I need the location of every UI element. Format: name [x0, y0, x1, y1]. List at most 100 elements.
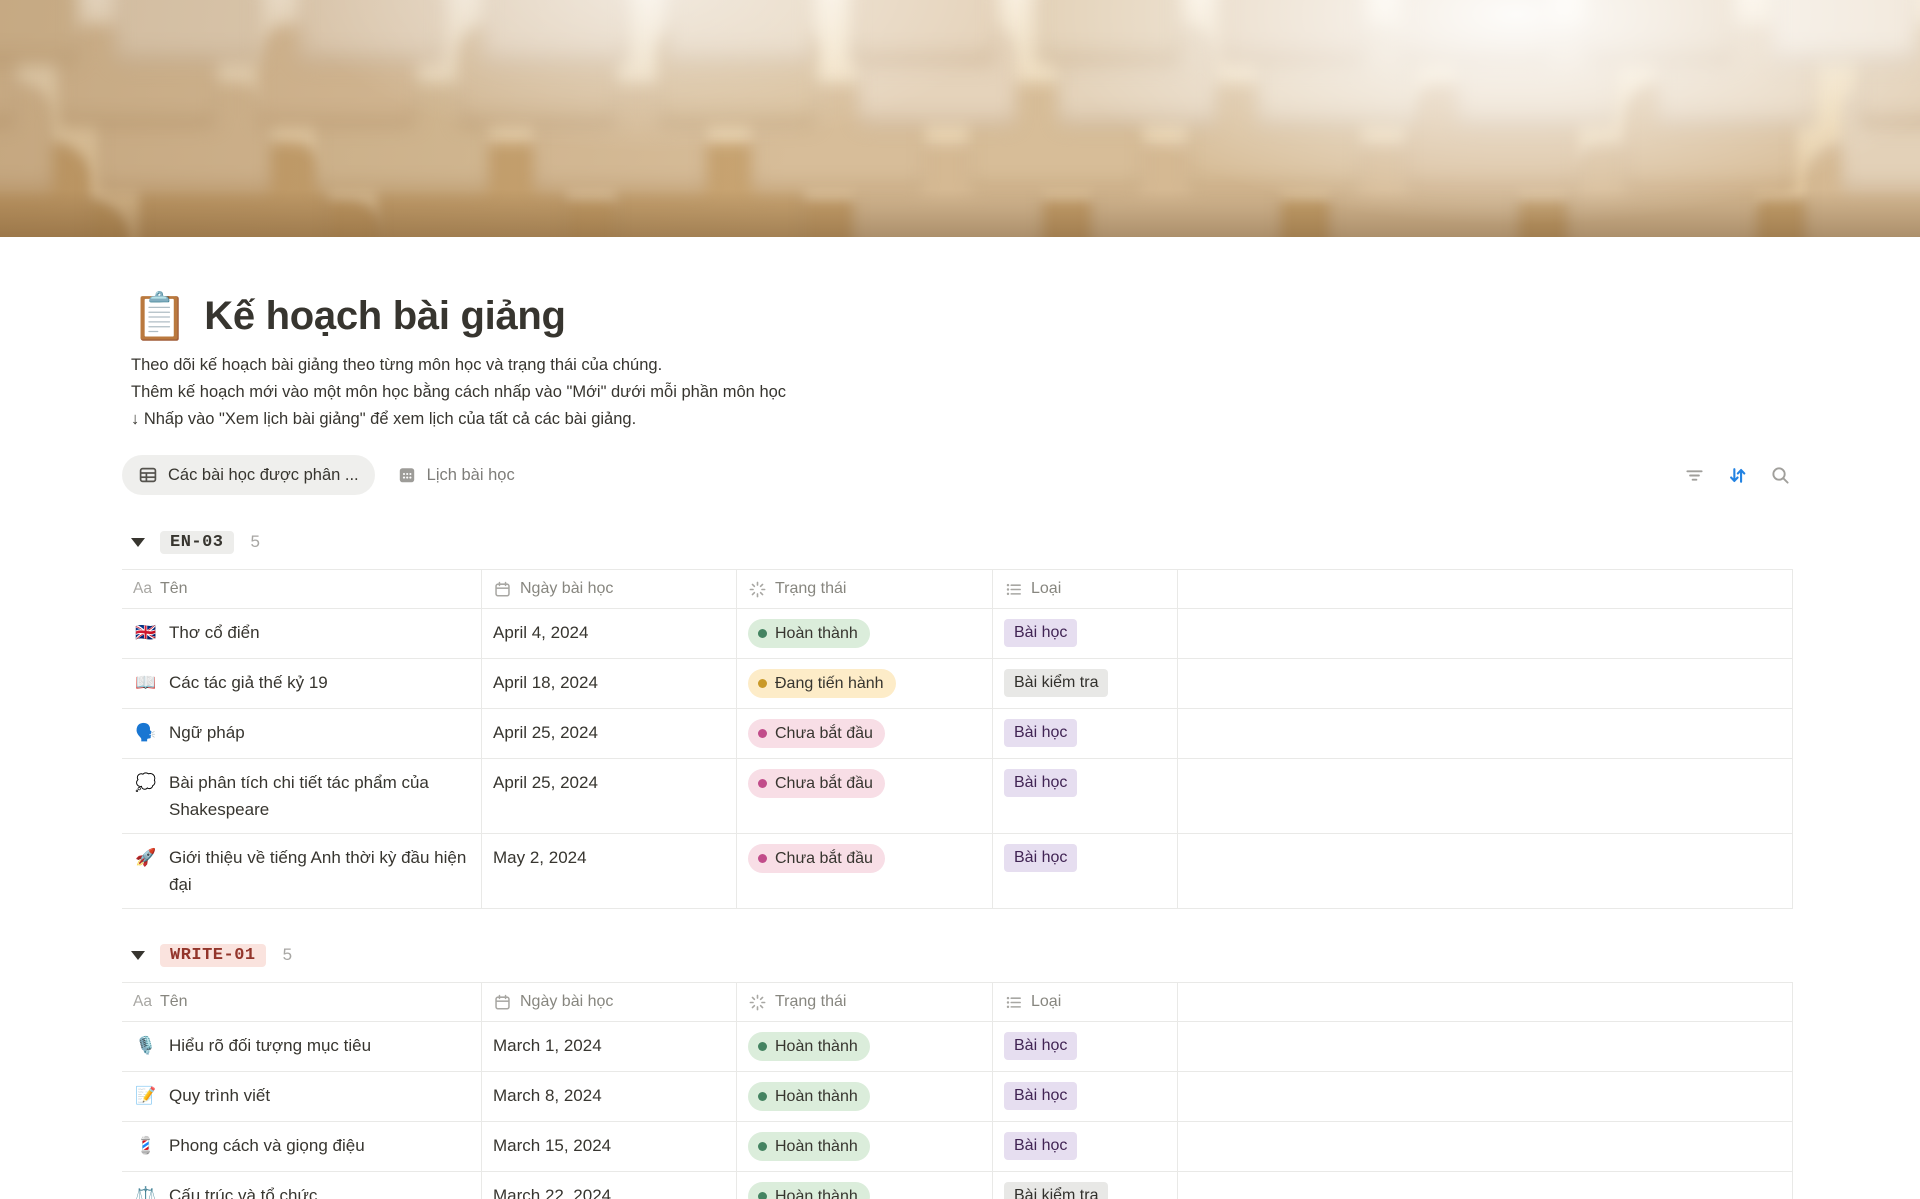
name-cell[interactable]: 💭 Bài phân tích chi tiết tác phẩm của Sh…: [122, 759, 482, 833]
table-row[interactable]: 🇬🇧 Thơ cổ điển April 4, 2024 Hoàn thành …: [122, 609, 1793, 659]
status-cell[interactable]: Hoàn thành: [737, 1172, 993, 1199]
row-title: Thơ cổ điển: [169, 619, 470, 646]
status-pill: Hoàn thành: [748, 1082, 870, 1111]
name-cell[interactable]: 🇬🇧 Thơ cổ điển: [122, 609, 482, 658]
column-header-name[interactable]: Aa Tên: [122, 570, 482, 608]
status-cell[interactable]: Chưa bắt đầu: [737, 834, 993, 908]
filter-icon[interactable]: [1684, 465, 1705, 486]
type-cell[interactable]: Bài kiểm tra: [993, 1172, 1178, 1199]
type-cell[interactable]: Bài học: [993, 609, 1178, 658]
date-cell[interactable]: April 18, 2024: [482, 659, 737, 708]
collapse-triangle-icon[interactable]: [131, 538, 145, 547]
collapse-triangle-icon[interactable]: [131, 951, 145, 960]
column-header-empty[interactable]: [1178, 570, 1793, 608]
status-label: Hoàn thành: [775, 1138, 858, 1156]
date-cell[interactable]: March 8, 2024: [482, 1072, 737, 1121]
status-dot-icon: [758, 1042, 767, 1051]
view-tab-lesson-calendar[interactable]: Lịch bài học: [381, 455, 531, 495]
table-row[interactable]: 🎙️ Hiểu rõ đối tượng mục tiêu March 1, 2…: [122, 1022, 1793, 1072]
calendar-icon: [493, 580, 512, 599]
name-cell[interactable]: 🎙️ Hiểu rõ đối tượng mục tiêu: [122, 1022, 482, 1071]
column-header-status[interactable]: Trạng thái: [737, 983, 993, 1021]
status-cell[interactable]: Hoàn thành: [737, 1122, 993, 1171]
empty-cell[interactable]: [1178, 834, 1793, 908]
column-header-name[interactable]: Aa Tên: [122, 983, 482, 1021]
table-row[interactable]: 🗣️ Ngữ pháp April 25, 2024 Chưa bắt đầu …: [122, 709, 1793, 759]
empty-cell[interactable]: [1178, 1172, 1793, 1199]
type-cell[interactable]: Bài học: [993, 1122, 1178, 1171]
table-row[interactable]: 💈 Phong cách và giọng điệu March 15, 202…: [122, 1122, 1793, 1172]
status-cell[interactable]: Hoàn thành: [737, 1022, 993, 1071]
empty-cell[interactable]: [1178, 1072, 1793, 1121]
name-cell[interactable]: 📝 Quy trình viết: [122, 1072, 482, 1121]
date-value: April 25, 2024: [493, 719, 598, 746]
name-cell[interactable]: 💈 Phong cách và giọng điệu: [122, 1122, 482, 1171]
group-name-badge: WRITE-01: [160, 944, 266, 967]
sort-arrows-icon[interactable]: [1727, 465, 1748, 486]
type-cell[interactable]: Bài học: [993, 759, 1178, 833]
date-cell[interactable]: April 25, 2024: [482, 709, 737, 758]
row-title: Các tác giả thế kỷ 19: [169, 669, 470, 696]
date-cell[interactable]: March 22, 2024: [482, 1172, 737, 1199]
view-tab-assigned-lessons[interactable]: Các bài học được phân ...: [122, 455, 375, 495]
status-cell[interactable]: Chưa bắt đầu: [737, 709, 993, 758]
status-cell[interactable]: Hoàn thành: [737, 609, 993, 658]
table-row[interactable]: 📖 Các tác giả thế kỷ 19 April 18, 2024 Đ…: [122, 659, 1793, 709]
status-label: Hoàn thành: [775, 1038, 858, 1056]
table-row[interactable]: ⚖️ Cấu trúc và tổ chức March 22, 2024 Ho…: [122, 1172, 1793, 1199]
type-cell[interactable]: Bài học: [993, 834, 1178, 908]
status-cell[interactable]: Chưa bắt đầu: [737, 759, 993, 833]
empty-cell[interactable]: [1178, 709, 1793, 758]
page-icon[interactable]: 📋: [131, 293, 188, 339]
date-cell[interactable]: May 2, 2024: [482, 834, 737, 908]
empty-cell[interactable]: [1178, 759, 1793, 833]
status-cell[interactable]: Đang tiến hành: [737, 659, 993, 708]
type-cell[interactable]: Bài học: [993, 1022, 1178, 1071]
name-cell[interactable]: 📖 Các tác giả thế kỷ 19: [122, 659, 482, 708]
date-cell[interactable]: March 1, 2024: [482, 1022, 737, 1071]
date-value: April 18, 2024: [493, 669, 598, 696]
type-cell[interactable]: Bài học: [993, 709, 1178, 758]
column-header-status[interactable]: Trạng thái: [737, 570, 993, 608]
date-cell[interactable]: April 4, 2024: [482, 609, 737, 658]
type-cell[interactable]: Bài kiểm tra: [993, 659, 1178, 708]
status-pill: Hoàn thành: [748, 1032, 870, 1061]
status-dot-icon: [758, 779, 767, 788]
empty-cell[interactable]: [1178, 1122, 1793, 1171]
column-header-type[interactable]: Loại: [993, 570, 1178, 608]
empty-cell[interactable]: [1178, 609, 1793, 658]
empty-cell[interactable]: [1178, 1022, 1793, 1071]
status-label: Hoàn thành: [775, 625, 858, 643]
description-line: ↓ Nhấp vào "Xem lịch bài giảng" để xem l…: [131, 406, 1793, 433]
status-cell[interactable]: Hoàn thành: [737, 1072, 993, 1121]
row-title: Giới thiệu về tiếng Anh thời kỳ đầu hiện…: [169, 844, 470, 898]
group-header[interactable]: WRITE-01 5: [122, 938, 1793, 972]
row-emoji-icon: 🎙️: [135, 1032, 160, 1059]
title-row: 📋 Kế hoạch bài giảng: [122, 293, 1793, 339]
name-cell[interactable]: 🗣️ Ngữ pháp: [122, 709, 482, 758]
cover-chair: [1586, 0, 1734, 65]
column-header-type[interactable]: Loại: [993, 983, 1178, 1021]
date-cell[interactable]: March 15, 2024: [482, 1122, 737, 1171]
date-cell[interactable]: April 25, 2024: [482, 759, 737, 833]
group-header[interactable]: EN-03 5: [122, 525, 1793, 559]
date-value: March 8, 2024: [493, 1082, 602, 1109]
column-label: Tên: [160, 580, 188, 598]
table-row[interactable]: 💭 Bài phân tích chi tiết tác phẩm của Sh…: [122, 759, 1793, 834]
type-tag: Bài kiểm tra: [1004, 1182, 1108, 1199]
table-view-icon: [138, 465, 158, 485]
name-cell[interactable]: 🚀 Giới thiệu về tiếng Anh thời kỳ đầu hi…: [122, 834, 482, 908]
cover-image: [0, 0, 1920, 237]
table-row[interactable]: 📝 Quy trình viết March 8, 2024 Hoàn thàn…: [122, 1072, 1793, 1122]
type-tag: Bài kiểm tra: [1004, 669, 1108, 697]
type-cell[interactable]: Bài học: [993, 1072, 1178, 1121]
name-cell[interactable]: ⚖️ Cấu trúc và tổ chức: [122, 1172, 482, 1199]
cover-chair: [298, 0, 446, 65]
column-header-empty[interactable]: [1178, 983, 1793, 1021]
search-icon[interactable]: [1770, 465, 1791, 486]
column-header-date[interactable]: Ngày bài học: [482, 570, 737, 608]
empty-cell[interactable]: [1178, 659, 1793, 708]
column-header-date[interactable]: Ngày bài học: [482, 983, 737, 1021]
calendar-view-icon: [397, 465, 417, 485]
table-row[interactable]: 🚀 Giới thiệu về tiếng Anh thời kỳ đầu hi…: [122, 834, 1793, 909]
